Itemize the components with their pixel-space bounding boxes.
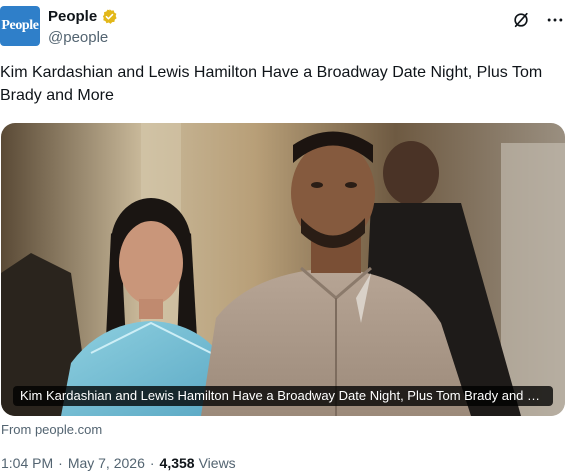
tweet-text: Kim Kardashian and Lewis Hamilton Have a…	[0, 64, 543, 104]
tweet-header: People People @people	[0, 6, 579, 50]
meta-separator: ·	[58, 455, 63, 471]
avatar-logo-text: People	[1, 18, 39, 33]
views-count: 4,358	[159, 455, 195, 471]
author-display-name[interactable]: People	[48, 8, 97, 25]
tweet-time[interactable]: 1:04 PM	[1, 455, 53, 471]
author-handle[interactable]: @people	[48, 29, 108, 46]
avatar[interactable]: People	[0, 6, 40, 46]
tweet-date[interactable]: May 7, 2026	[68, 455, 145, 471]
card-source-link[interactable]: From people.com	[1, 422, 102, 437]
more-dots-icon[interactable]	[545, 10, 565, 30]
slash-circle-icon[interactable]	[511, 10, 531, 30]
verified-badge-icon	[103, 9, 117, 24]
link-card[interactable]: Kim Kardashian and Lewis Hamilton Have a…	[1, 123, 565, 416]
meta-separator: ·	[149, 455, 155, 471]
card-photo	[1, 123, 565, 416]
views-label: Views	[198, 455, 236, 471]
tweet: People People @people Kim Kardashian and…	[0, 0, 579, 475]
tweet-meta: 1:04 PM · May 7, 2026 · 4,358 Views	[1, 455, 236, 471]
header-actions	[511, 10, 565, 30]
card-caption: Kim Kardashian and Lewis Hamilton Have a…	[13, 386, 553, 406]
author-name-row: People	[48, 8, 118, 25]
